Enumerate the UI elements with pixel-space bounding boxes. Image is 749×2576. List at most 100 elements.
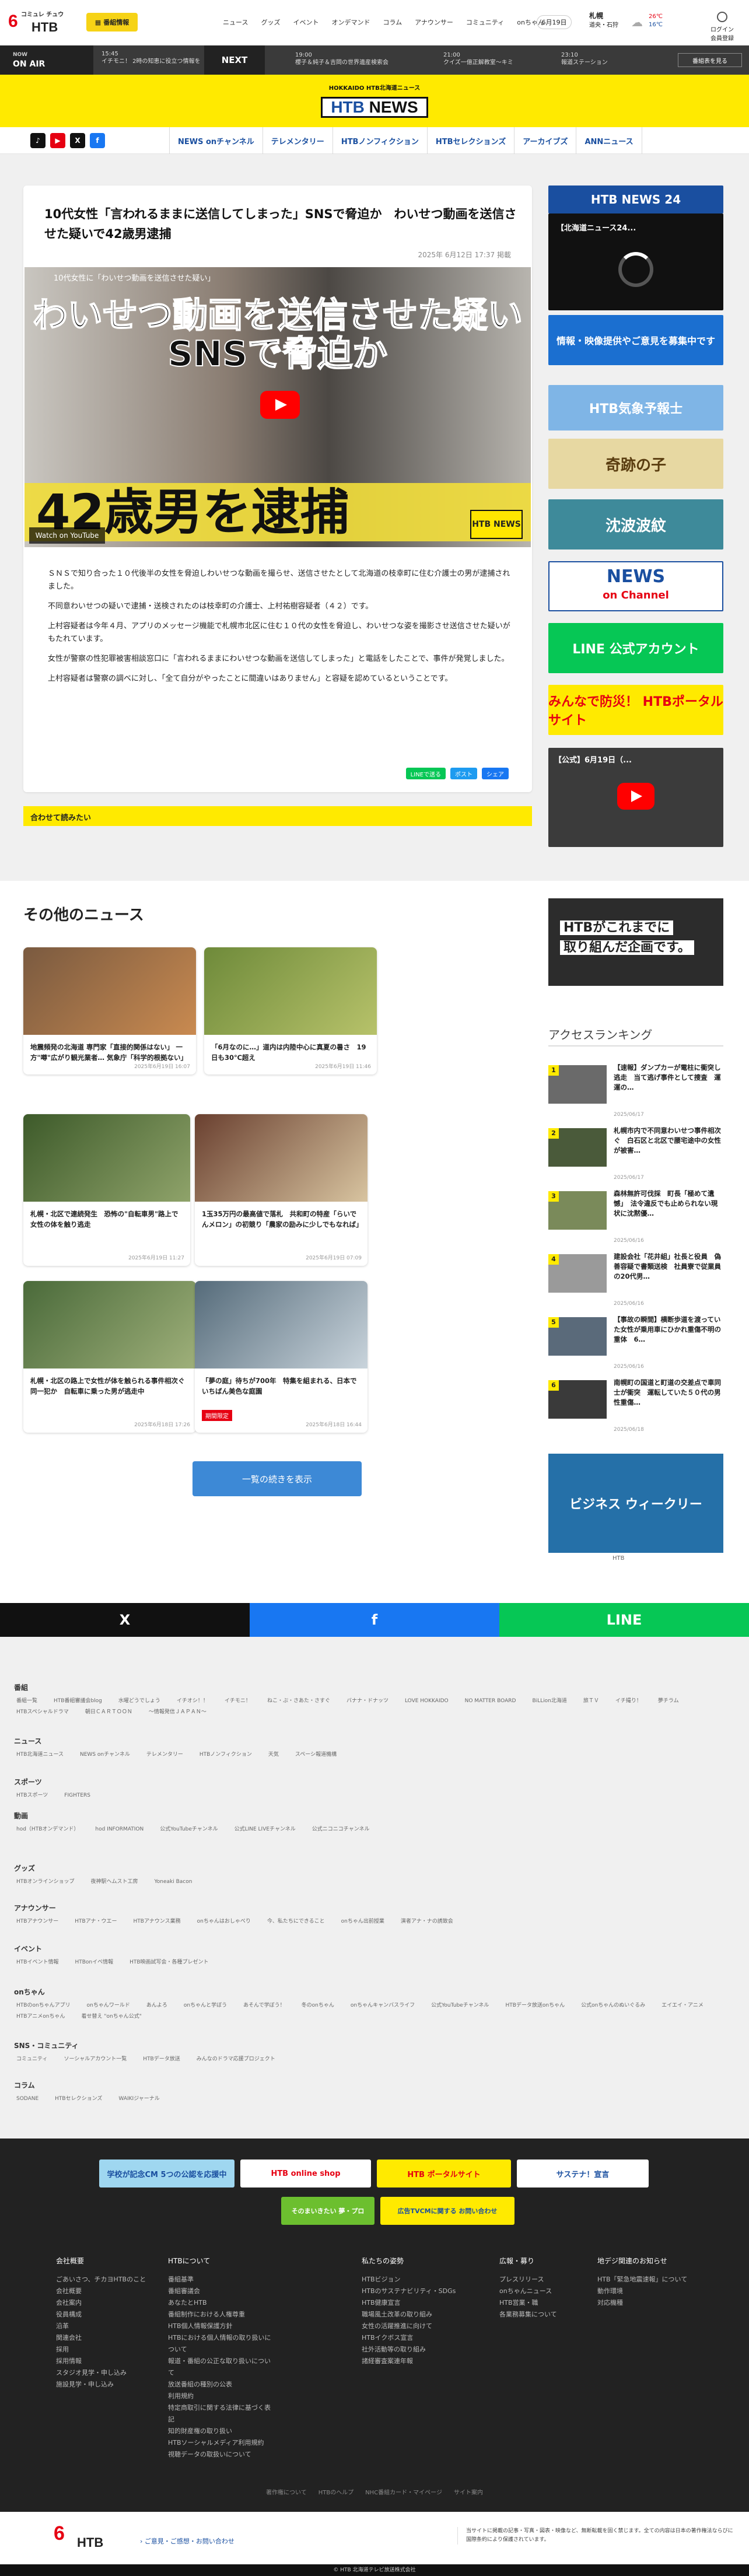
footer-link[interactable]: 知的財産権の取り扱い xyxy=(168,2426,273,2437)
sitemap-link[interactable]: HTBデータ放送onちゃん xyxy=(505,2003,565,2008)
sitemap-link[interactable]: 公式LINE LIVEチャンネル xyxy=(235,1826,296,1832)
next-program-3[interactable]: 23:10 報道ステーション xyxy=(561,51,620,66)
news-card[interactable]: 「6月なのに…」道内は内陸中心に真夏の暑さ 19日も30℃超え 2025年6月19… xyxy=(204,947,377,1074)
sitemap-link[interactable]: WAIKIジャーナル xyxy=(118,2096,159,2102)
footer-link[interactable]: 対応機種 xyxy=(597,2297,702,2309)
live-stream-player[interactable]: 【北海道ニュース24... xyxy=(548,214,723,310)
top-nav-item[interactable]: アナウンサー xyxy=(415,18,453,27)
footer-link[interactable]: 会社概要 xyxy=(56,2286,161,2297)
top-nav-item[interactable]: コラム xyxy=(383,18,402,27)
sitemap-link[interactable]: あそんで学ぼう！ xyxy=(243,2003,285,2008)
sitemap-link[interactable]: 公式YouTubeチャンネル xyxy=(160,1826,218,1832)
sitemap-link[interactable]: 天気 xyxy=(268,1752,279,1758)
footer-link[interactable]: 放送番組の種別の公表 xyxy=(168,2379,273,2390)
sitemap-link[interactable]: HTB北海道ニュース xyxy=(16,1752,64,1758)
footer-link[interactable]: HTB「緊急地震速報」について xyxy=(597,2274,702,2286)
footer-link[interactable]: 諸経審査案連年報 xyxy=(362,2356,467,2367)
footer-links[interactable]: 著作権について HTBのヘルプ NHC番組カード・マイページ サイト案内 xyxy=(0,2487,749,2496)
sitemap-link[interactable]: hod INFORMATION xyxy=(95,1826,144,1832)
sitemap-link[interactable]: HTBセレクションズ xyxy=(55,2096,102,2102)
htb-logo[interactable]: 6 コミュレ チュウ HTB xyxy=(8,10,77,35)
section-nav-item[interactable]: HTBノンフィクション xyxy=(332,127,427,154)
htb-news24-banner[interactable]: HTB NEWS 24 xyxy=(548,186,723,214)
sitemap-link[interactable]: onちゃん出前授業 xyxy=(341,1919,384,1924)
footer-link[interactable]: HTB個人情報保護方針 xyxy=(168,2320,273,2332)
footer-link[interactable]: HTBにおける個人情報の取り扱いについて xyxy=(168,2332,273,2356)
footer-link[interactable]: 役員構成 xyxy=(56,2309,161,2320)
sitemap-link[interactable]: HTBのonちゃんアプリ xyxy=(16,2003,71,2008)
sitemap-heading[interactable]: コラム xyxy=(14,2080,737,2090)
play-icon[interactable] xyxy=(617,783,654,810)
footer-banner-cm[interactable]: 学校が記念CM 5つの公認を応援中 xyxy=(99,2160,235,2188)
program-list-button[interactable]: 番組表を見る xyxy=(678,53,742,67)
footer-link[interactable]: HTBのサステナビリティ・SDGs xyxy=(362,2286,467,2297)
sitemap-link[interactable]: 今、私たちにできること xyxy=(267,1919,325,1924)
footer-banner-shop[interactable]: HTB online shop xyxy=(240,2160,371,2188)
footer-link[interactable]: あなたとHTB xyxy=(168,2297,273,2309)
sitemap-link[interactable]: 公式ニコニコチャンネル xyxy=(312,1826,370,1832)
top-nav-item[interactable]: グッズ xyxy=(261,18,280,27)
news-card[interactable]: 「夢の庭」待ちが700年 特集を組まれる、日本でいちばん美色な庭園 期間限定 202… xyxy=(195,1281,368,1433)
sitemap-link[interactable]: hod（HTBオンデマンド） xyxy=(16,1826,79,1832)
date-selector[interactable]: 6月19日 xyxy=(537,15,572,29)
footer-link[interactable]: HTBソーシャルメディア利用規約 xyxy=(168,2437,273,2449)
sitemap-link[interactable]: HTBアナウンス業務 xyxy=(134,1919,181,1924)
footer-link[interactable]: 採用 xyxy=(56,2344,161,2356)
sitemap-link[interactable]: HTBデータ放送 xyxy=(143,2056,180,2062)
sitemap-link[interactable]: 〜情報発信ＪＡＰＡＮ〜 xyxy=(149,1709,206,1715)
footer-link[interactable]: 番組制作における人権尊重 xyxy=(168,2309,273,2320)
footer-link[interactable]: 採用情報 xyxy=(56,2356,161,2367)
sitemap-link[interactable]: 着せ替え "onちゃん公式" xyxy=(81,2014,141,2020)
footer-banner-portal[interactable]: HTB ポータルサイト xyxy=(377,2160,511,2188)
now-program[interactable]: 15:45 イチモニ！ 2時の知恵に役立つ情報を xyxy=(102,50,201,65)
sitemap-link[interactable]: 冬のonちゃん xyxy=(302,2003,334,2008)
sitemap-link[interactable]: 旅ＴＶ xyxy=(583,1698,599,1704)
sitemap-link[interactable]: NEWS onチャンネル xyxy=(80,1752,130,1758)
sitemap-link[interactable]: NO MATTER BOARD xyxy=(465,1698,516,1704)
footer-link[interactable]: 関連会社 xyxy=(56,2332,161,2344)
footer-link[interactable]: 各業務募集について xyxy=(499,2309,604,2320)
ranking-item[interactable]: 3 森林無許可伐採 町長「極めて遺憾」 法令違反でも止められない現状に沈黙優… 20… xyxy=(548,1189,723,1247)
sitemap-link[interactable]: テレメンタリー xyxy=(146,1752,183,1758)
weather-forecaster-banner[interactable]: HTB気象予報士 xyxy=(548,385,723,430)
sitemap-link[interactable]: 水曜どうでしょう xyxy=(118,1698,160,1704)
sitemap-link[interactable]: HTBアナウンサー xyxy=(16,1919,58,1924)
facebook-icon[interactable]: f xyxy=(90,133,105,148)
footer-link[interactable]: 動作環境 xyxy=(597,2286,702,2297)
footer-link[interactable]: 番組基準 xyxy=(168,2274,273,2286)
sitemap-link[interactable]: コミュニティ xyxy=(16,2056,47,2062)
sitemap-heading[interactable]: 番組 xyxy=(14,1682,737,1692)
footer-link[interactable]: 沿革 xyxy=(56,2320,161,2332)
sitemap-link[interactable]: HTBスポーツ xyxy=(16,1793,48,1798)
share-x-button[interactable]: X xyxy=(0,1603,250,1637)
top-nav-item[interactable]: イベント xyxy=(293,18,318,27)
footer-banner-ad[interactable]: 広告TVCMに関する お問い合わせ xyxy=(380,2197,514,2225)
login-button[interactable]: ログイン 会員登録 xyxy=(705,12,740,42)
news-card[interactable]: 地震頻発の北海道 専門家「直接的関係はない」 一方"噂"広がり観光業者… 気象庁… xyxy=(23,947,196,1074)
htb-news-logo[interactable]: HOKKAIDO HTB北海道ニュース HTB NEWS xyxy=(313,83,436,121)
footer-link[interactable]: HTB営業・職 xyxy=(499,2297,604,2309)
ranking-item[interactable]: 6 南幌町の国道と町道の交差点で車同士が衝突 運転していた５０代の男性重傷… 202… xyxy=(548,1378,723,1436)
sitemap-link[interactable]: LOVE HOKKAIDO xyxy=(405,1698,449,1704)
footer-link[interactable]: HTBビジョン xyxy=(362,2274,467,2286)
top-nav-item[interactable]: ニュース xyxy=(223,18,248,27)
sitemap-link[interactable]: FIGHTERS xyxy=(64,1793,90,1798)
wave-banner[interactable]: 沈波波紋 xyxy=(548,499,723,550)
miracle-child-banner[interactable]: 奇跡の子 xyxy=(548,439,723,489)
sitemap-link[interactable]: スペーシ報道機構 xyxy=(295,1752,337,1758)
footer-link[interactable]: 社外活動等の取り組み xyxy=(362,2344,467,2356)
section-nav-item[interactable]: NEWS onチャンネル xyxy=(169,127,262,154)
ranking-item[interactable]: 1 【速報】ダンプカーが電柱に衝突し逃走 当て逃げ事件として捜査 運運の… 2025… xyxy=(548,1063,723,1121)
footer-link[interactable]: 番組審議会 xyxy=(168,2286,273,2297)
sitemap-link[interactable]: ねこ・ぷ・さあた・さすぐ xyxy=(267,1698,330,1704)
sitemap-heading[interactable]: グッズ xyxy=(14,1863,737,1873)
tiktok-icon[interactable]: ♪ xyxy=(30,133,46,148)
sitemap-heading[interactable]: onちゃん xyxy=(14,1987,737,1997)
ranking-item[interactable]: 4 建設会社「花井組」社長と役員 偽善容疑で書類送検 社員寮で従業員の20代男… 2… xyxy=(548,1252,723,1310)
sitemap-link[interactable]: バナナ・ドナッツ xyxy=(346,1698,388,1704)
x-icon[interactable]: X xyxy=(70,133,85,148)
weather-area[interactable]: 札幌 道央・石狩 xyxy=(589,12,618,30)
load-more-button[interactable]: 一覧の続きを表示 xyxy=(192,1461,362,1496)
sitemap-link[interactable]: HTBアナ・ウエー xyxy=(75,1919,117,1924)
footer-link[interactable]: 女性の活躍推進に向けて xyxy=(362,2320,467,2332)
